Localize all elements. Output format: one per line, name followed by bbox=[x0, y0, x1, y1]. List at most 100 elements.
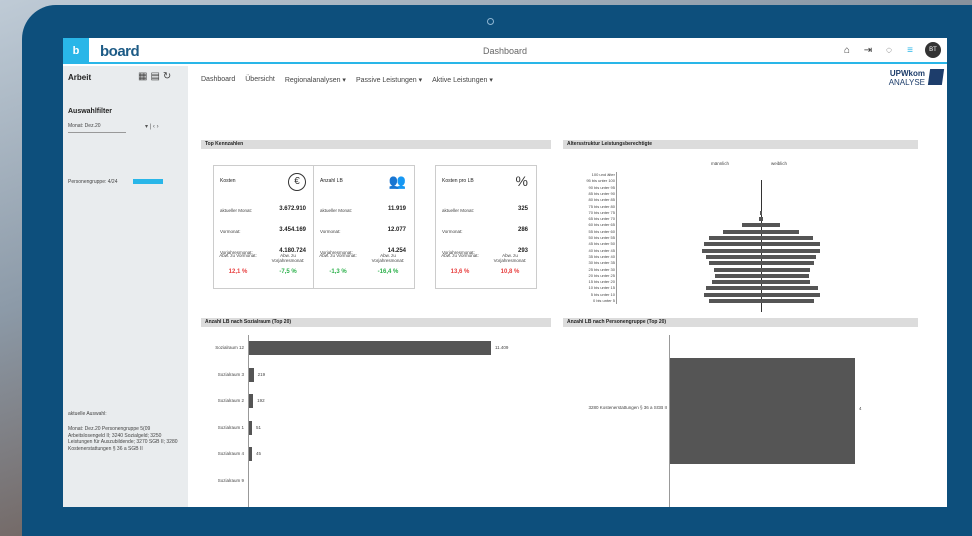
pyramid-age-label: 5 bis unter 10 bbox=[590, 291, 615, 297]
pyramid-bar-male bbox=[705, 286, 761, 291]
brand-mark-icon bbox=[927, 69, 945, 85]
kpi-card-title: Anzahl LB bbox=[320, 178, 343, 184]
pyramid-bar-female bbox=[761, 236, 814, 240]
percent-icon: % bbox=[515, 173, 528, 189]
kpi-delta1-label: Abw. zu Vormonat: bbox=[319, 253, 357, 258]
kpi-row-value: 11.919 bbox=[387, 206, 406, 212]
nav-uebersicht[interactable]: Übersicht bbox=[245, 76, 275, 84]
personengruppe-bar bbox=[670, 358, 855, 464]
kpi-card: Anzahl LB 👥 aktueller Monat: 11.919 Vormonat… bbox=[313, 165, 415, 289]
sozialraum-label: Sozialraum 3 bbox=[217, 371, 244, 377]
sozialraum-value: 219 bbox=[257, 371, 266, 377]
sozialraum-bar bbox=[249, 447, 252, 461]
pyramid-bar-female bbox=[761, 280, 811, 285]
pyramid-age-label: 25 bis unter 30 bbox=[588, 266, 615, 272]
sozialraum-bar bbox=[249, 367, 254, 382]
kpi-delta2-value: -16,4 % bbox=[377, 269, 399, 275]
grid-icon[interactable]: ▦ bbox=[138, 71, 150, 82]
personengruppe-label: 3280 Kostenerstattungen § 36 a SGB II bbox=[588, 405, 667, 410]
sozialraum-label: Sozialraum 2 bbox=[217, 398, 244, 403]
kpi-row-value: 3.672.910 bbox=[279, 206, 306, 212]
pyramid-age-label: 30 bis unter 35 bbox=[588, 260, 615, 266]
kpi-row-value: 286 bbox=[517, 227, 528, 233]
pyramid-bar-male bbox=[708, 236, 761, 240]
nav-dashboard[interactable]: Dashboard bbox=[201, 76, 235, 84]
euro-icon: € bbox=[288, 173, 306, 191]
filter-heading: Auswahlfilter bbox=[68, 108, 112, 115]
personengruppe-bar[interactable] bbox=[133, 179, 163, 184]
section-personengruppe: Anzahl LB nach Personengruppe (Top 20) bbox=[563, 318, 918, 327]
pyramid-bar-male bbox=[702, 248, 761, 253]
kpi-delta2-label: Abw. zu Vorjahresmonat: bbox=[493, 253, 527, 263]
pyramid-bar-male bbox=[705, 254, 761, 259]
sidebar: Arbeit ▦▤↻ Auswahlfilter Monat: Dez.20 ▾… bbox=[63, 66, 188, 507]
pyramid-bar-female bbox=[761, 299, 815, 303]
pyramid-bar-female bbox=[761, 229, 799, 234]
refresh-icon[interactable]: ↻ bbox=[163, 71, 174, 82]
nav-aktive-leistungen[interactable]: Aktive Leistungen ▾ bbox=[432, 76, 493, 84]
pyramid-bar-male bbox=[708, 299, 761, 303]
top-bar: b board Dashboard ⌂ ⇥ ◌ ≡ BT bbox=[63, 38, 947, 64]
sozialraum-value: 51 bbox=[256, 424, 262, 430]
month-arrows[interactable]: ▾ | ‹ › bbox=[145, 123, 159, 130]
kpi-row-label: aktueller Monat: bbox=[442, 208, 475, 213]
exit-icon[interactable]: ⇥ bbox=[862, 45, 874, 56]
pyramid-bar-male bbox=[704, 292, 761, 297]
pyramid-age-label: 90 bis unter 95 bbox=[588, 184, 615, 190]
pyramid-bar-female bbox=[761, 292, 820, 297]
pyramid-age-label: 20 bis unter 25 bbox=[588, 272, 615, 278]
pyramid-age-label: 70 bis unter 75 bbox=[588, 209, 615, 215]
personengruppe-filter[interactable]: Personengruppe: 4/24 bbox=[68, 179, 117, 185]
sozialraum-label: Sozialraum 9 bbox=[217, 477, 244, 483]
pyramid-age-label: 15 bis unter 20 bbox=[588, 279, 615, 285]
pyramid-age-label: 80 bis unter 85 bbox=[588, 197, 615, 203]
home-icon[interactable]: ⌂ bbox=[841, 45, 853, 56]
nav-passive-leistungen[interactable]: Passive Leistungen ▾ bbox=[356, 76, 422, 84]
kpi-row-label: Vormonat: bbox=[320, 229, 341, 234]
personengruppe-value: 4 bbox=[859, 406, 862, 411]
sozialraum-value: 11.409 bbox=[495, 345, 509, 350]
pyramid-bar-female bbox=[761, 254, 817, 259]
sozialraum-bar bbox=[249, 341, 491, 355]
avatar[interactable]: BT bbox=[925, 42, 941, 58]
brand-sub: ANALYSE bbox=[888, 78, 925, 87]
kpi-delta2-value: 10,8 % bbox=[500, 269, 520, 275]
pyramid-age-label: 85 bis unter 90 bbox=[588, 190, 615, 196]
kpi-delta2-label: Abw. zu Vorjahresmonat: bbox=[271, 253, 305, 263]
pyramid-bar-male bbox=[723, 229, 761, 234]
kpi-delta2-value: -7,5 % bbox=[279, 269, 297, 275]
month-select[interactable]: Monat: Dez.20 bbox=[68, 123, 126, 133]
pyramid-bar-male bbox=[708, 261, 761, 266]
kpi-row-value: 3.454.169 bbox=[279, 227, 306, 233]
sozialraum-value: 192 bbox=[257, 398, 265, 403]
kpi-row-label: Vormonat: bbox=[220, 229, 241, 234]
app-screen: b board Dashboard ⌂ ⇥ ◌ ≡ BT Arbeit ▦▤↻ … bbox=[63, 38, 947, 507]
pyramid-age-label: 95 bis unter 100 bbox=[586, 178, 615, 184]
sozialraum-label: Sozialraum 1 bbox=[217, 424, 244, 430]
nav-regionalanalysen[interactable]: Regionalanalysen ▾ bbox=[285, 76, 346, 84]
sidebar-tools: ▦▤↻ bbox=[138, 71, 174, 82]
pyramid-bar-female bbox=[761, 261, 815, 266]
pyramid-age-label: 35 bis unter 40 bbox=[588, 253, 615, 259]
kpi-card: Kosten € aktueller Monat: 3.672.910 Vormonat… bbox=[213, 165, 315, 289]
pyramid-age-label: 45 bis unter 50 bbox=[588, 241, 615, 247]
current-selection-text: Monat: Dez.20 Personengruppe 5(09 Arbeit… bbox=[68, 426, 178, 452]
kpi-delta2-label: Abw. zu Vorjahresmonat: bbox=[371, 253, 405, 263]
pyramid-age-label: 75 bis unter 80 bbox=[588, 203, 615, 209]
pyramid-age-label: 10 bis unter 15 bbox=[588, 285, 615, 291]
pyramid-bar-female bbox=[761, 223, 780, 228]
kpi-card-title: Kosten bbox=[220, 178, 236, 184]
section-sozialraum: Anzahl LB nach Sozialraum (Top 20) bbox=[201, 318, 551, 327]
sozialraum-value: 45 bbox=[256, 451, 262, 456]
section-top-kennzahlen: Top Kennzahlen bbox=[201, 140, 551, 149]
current-selection-heading: aktuelle Auswahl: bbox=[68, 411, 107, 417]
pyramid-age-label: 65 bis unter 70 bbox=[588, 216, 615, 222]
pyramid-bar-male bbox=[715, 273, 761, 278]
pyramid-bar-female bbox=[761, 248, 820, 253]
menu-icon[interactable]: ≡ bbox=[904, 45, 916, 56]
pyramid-legend-female: weiblich bbox=[771, 161, 788, 166]
document-icon[interactable]: ▤ bbox=[150, 71, 162, 82]
chat-icon[interactable]: ◌ bbox=[883, 45, 895, 56]
pyramid-age-label: 60 bis unter 65 bbox=[588, 222, 615, 228]
section-altersstruktur: Altersstruktur Leistungsberechtigte bbox=[563, 140, 918, 149]
